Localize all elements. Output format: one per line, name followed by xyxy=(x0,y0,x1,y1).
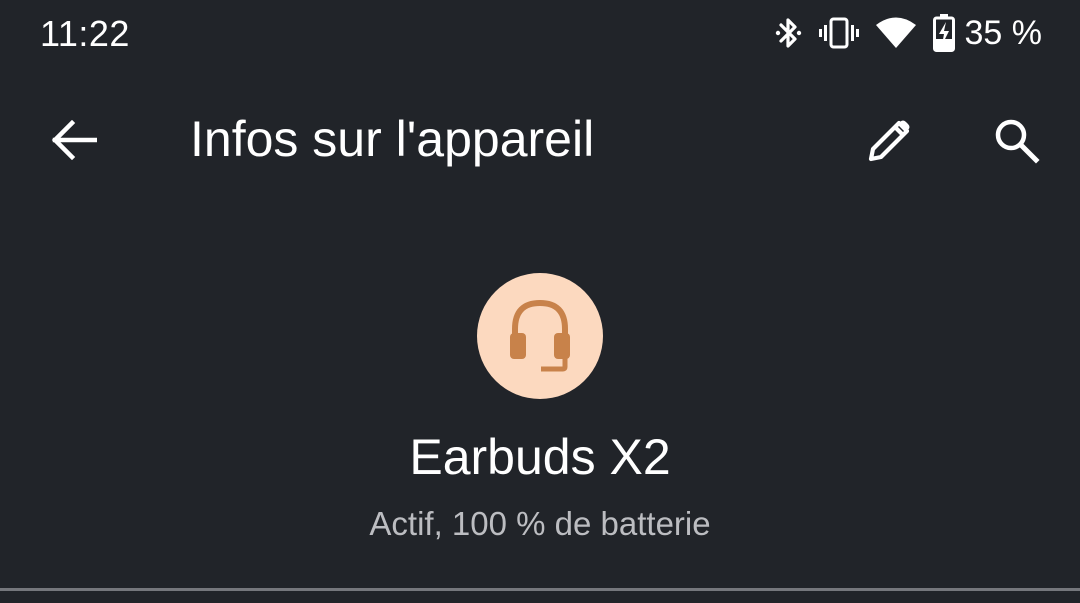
battery-percentage: 35 % xyxy=(964,14,1043,52)
status-icons: 35 % xyxy=(773,10,1043,56)
vibrate-icon xyxy=(818,16,859,50)
device-name: Earbuds X2 xyxy=(409,429,671,485)
search-button[interactable] xyxy=(984,108,1048,172)
battery-charging-icon xyxy=(932,14,955,52)
device-info-screen: 11:22 35 % Infos sur l'appareil Earbuds … xyxy=(0,0,1080,603)
headset-icon xyxy=(510,299,570,372)
pencil-icon xyxy=(868,120,910,162)
search-icon xyxy=(995,119,1040,164)
status-time: 11:22 xyxy=(40,13,130,54)
status-bar: 11:22 35 % xyxy=(0,0,1080,68)
app-bar: Infos sur l'appareil xyxy=(0,80,1080,198)
divider xyxy=(0,588,1080,591)
wifi-icon xyxy=(875,16,917,50)
page-title: Infos sur l'appareil xyxy=(190,111,595,167)
arrow-left-icon xyxy=(51,120,97,160)
device-status: Actif, 100 % de batterie xyxy=(369,505,711,542)
device-avatar xyxy=(477,273,603,399)
back-button[interactable] xyxy=(44,110,104,170)
bluetooth-icon xyxy=(773,15,803,51)
edit-button[interactable] xyxy=(858,108,922,172)
